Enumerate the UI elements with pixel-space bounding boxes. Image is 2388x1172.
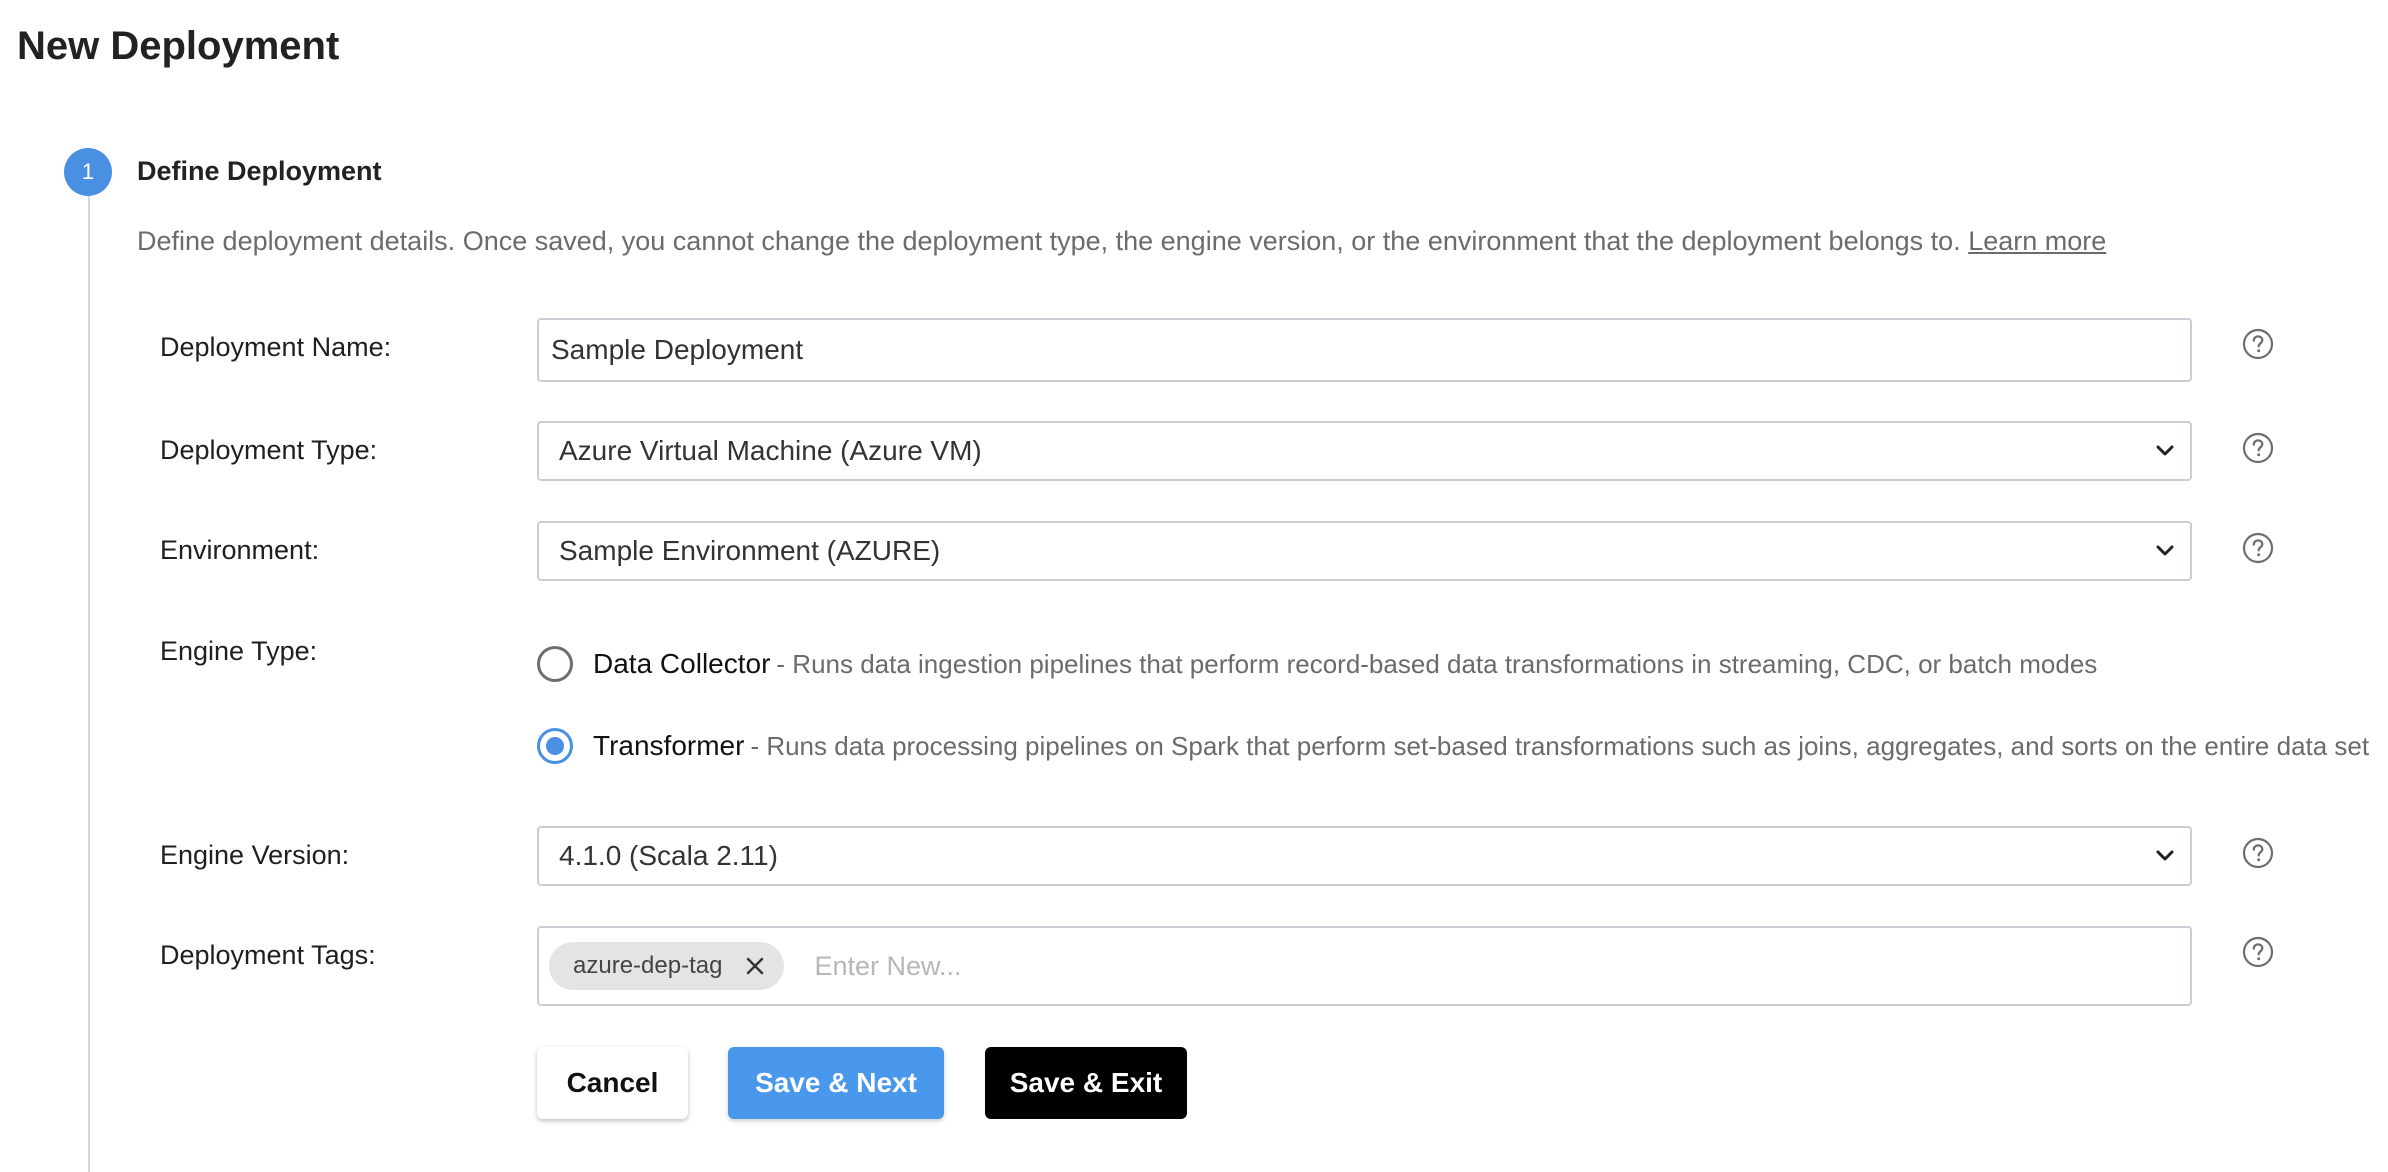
deployment-tags-field[interactable]: azure-dep-tag xyxy=(537,926,2192,1006)
step-number-badge: 1 xyxy=(64,148,112,196)
step-description-text: Define deployment details. Once saved, y… xyxy=(137,226,1961,256)
transformer-label: Transformer xyxy=(593,730,745,761)
environment-label: Environment: xyxy=(160,535,320,565)
deployment-type-value: Azure Virtual Machine (Azure VM) xyxy=(559,435,982,466)
tag-input[interactable] xyxy=(812,949,2178,983)
environment-value: Sample Environment (AZURE) xyxy=(559,535,941,566)
deployment-type-select[interactable]: Azure Virtual Machine (Azure VM) xyxy=(537,421,2192,481)
question-circle-icon[interactable] xyxy=(2242,432,2274,464)
engine-version-value: 4.1.0 (Scala 2.11) xyxy=(559,840,778,871)
question-circle-icon[interactable] xyxy=(2242,936,2274,968)
save-next-button[interactable]: Save & Next xyxy=(728,1047,944,1119)
question-circle-icon[interactable] xyxy=(2242,328,2274,360)
deployment-type-label: Deployment Type: xyxy=(160,435,378,465)
new-deployment-page: New Deployment 1 Define Deployment Defin… xyxy=(0,0,2388,1172)
transformer-radio[interactable] xyxy=(537,728,573,764)
data-collector-description: - Runs data ingestion pipelines that per… xyxy=(776,648,2098,679)
learn-more-link[interactable]: Learn more xyxy=(1968,226,2106,256)
close-icon[interactable] xyxy=(744,955,766,977)
engine-option-data-collector[interactable]: Data Collector - Runs data ingestion pip… xyxy=(537,643,2097,685)
save-exit-button[interactable]: Save & Exit xyxy=(985,1047,1187,1119)
tag-chip-label: azure-dep-tag xyxy=(573,952,723,979)
tag-chip: azure-dep-tag xyxy=(549,942,785,990)
transformer-description: - Runs data processing pipelines on Spar… xyxy=(750,730,2370,761)
deployment-name-label: Deployment Name: xyxy=(160,332,392,362)
data-collector-label: Data Collector xyxy=(593,648,771,679)
deployment-tags-label: Deployment Tags: xyxy=(160,940,376,970)
question-circle-icon[interactable] xyxy=(2242,837,2274,869)
stepper-line xyxy=(88,196,90,1172)
question-circle-icon[interactable] xyxy=(2242,532,2274,564)
engine-option-transformer[interactable]: Transformer - Runs data processing pipel… xyxy=(537,725,2369,767)
chevron-down-icon xyxy=(2156,445,2174,456)
engine-version-select[interactable]: 4.1.0 (Scala 2.11) xyxy=(537,826,2192,886)
data-collector-radio[interactable] xyxy=(537,646,573,682)
step-description: Define deployment details. Once saved, y… xyxy=(137,226,2106,257)
deployment-name-input[interactable] xyxy=(537,318,2192,382)
chevron-down-icon xyxy=(2156,850,2174,861)
engine-version-label: Engine Version: xyxy=(160,840,350,870)
page-title: New Deployment xyxy=(17,24,340,68)
chevron-down-icon xyxy=(2156,545,2174,556)
engine-type-label: Engine Type: xyxy=(160,636,318,666)
cancel-button[interactable]: Cancel xyxy=(537,1047,688,1119)
environment-select[interactable]: Sample Environment (AZURE) xyxy=(537,521,2192,581)
step-title: Define Deployment xyxy=(137,156,382,186)
